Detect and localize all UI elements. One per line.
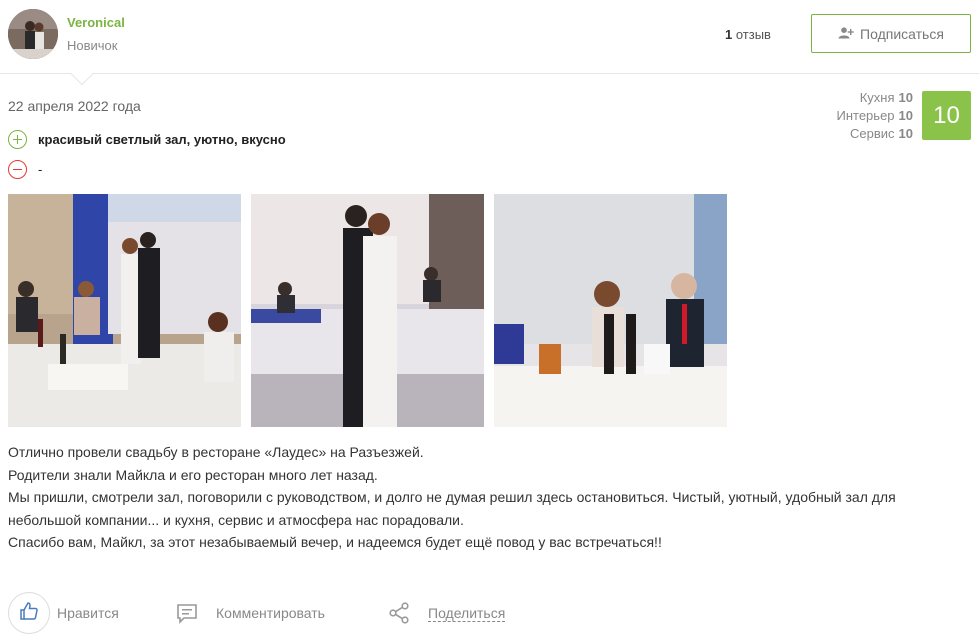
review-paragraph: Родители знали Майкла и его ресторан мно… xyxy=(8,466,378,483)
cons-row: - xyxy=(8,160,42,179)
like-button[interactable] xyxy=(8,592,50,634)
rating-interior: Интерьер 10 xyxy=(836,108,914,123)
overall-score-badge: 10 xyxy=(922,91,971,140)
share-label[interactable]: Поделиться xyxy=(428,605,506,622)
share-icon[interactable] xyxy=(388,602,410,629)
review-count[interactable]: 1 отзыв xyxy=(725,27,771,42)
review-date: 22 апреля 2022 года xyxy=(8,98,141,114)
plus-circle-icon xyxy=(8,130,27,149)
rating-service: Сервис 10 xyxy=(850,126,913,141)
comment-label[interactable]: Комментировать xyxy=(216,605,325,621)
ratings-list: Кухня 10 Интерьер 10 Сервис 10 xyxy=(837,89,914,143)
avatar[interactable] xyxy=(8,9,58,59)
review-photo-3[interactable] xyxy=(494,194,727,427)
cons-text: - xyxy=(38,162,43,177)
like-label[interactable]: Нравится xyxy=(57,605,119,621)
pros-text: красивый светлый зал, уютно, вкусно xyxy=(38,132,286,147)
subscribe-label: Подписаться xyxy=(860,25,944,42)
subscribe-button[interactable]: Подписаться xyxy=(811,14,971,53)
review-paragraph: Отлично провели свадьбу в ресторане «Лау… xyxy=(8,444,424,460)
rating-kitchen: Кухня 10 xyxy=(859,90,913,105)
thumbs-up-icon xyxy=(19,601,39,626)
user-rank: Новичок xyxy=(67,38,118,53)
minus-circle-icon xyxy=(8,160,27,179)
comment-icon[interactable] xyxy=(176,602,198,629)
review-photo-2[interactable] xyxy=(251,194,484,427)
username[interactable]: Veronical xyxy=(67,15,125,30)
review-text: Отлично провели свадьбу в ресторане «Лау… xyxy=(8,441,968,554)
review-actions: Нравится Комментировать Поделиться xyxy=(0,592,979,636)
review-count-number: 1 xyxy=(725,27,733,42)
review-paragraph: Мы пришли, смотрели зал, поговорили с ру… xyxy=(8,489,896,528)
review-header: Veronical Новичок 1 отзыв Подписаться xyxy=(0,0,979,74)
review-count-word: отзыв xyxy=(735,27,771,42)
pros-row: красивый светлый зал, уютно, вкусно xyxy=(8,130,286,149)
review-photo-1[interactable] xyxy=(8,194,241,427)
review-paragraph: Спасибо вам, Майкл, за этот незабываемый… xyxy=(8,534,662,550)
add-user-icon xyxy=(838,26,854,42)
